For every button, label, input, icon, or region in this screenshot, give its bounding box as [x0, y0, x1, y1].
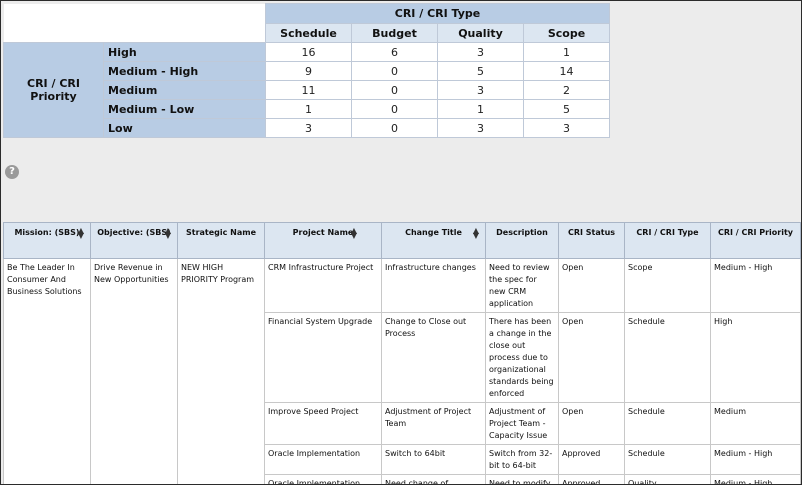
cri-details-table: Mission: (SBS) ▲ ▼ Objective: (SBS) ▲ ▼ Stra…: [3, 222, 801, 484]
matrix-cell[interactable]: 3: [437, 80, 524, 100]
change-title-cell: Change to Close out Process: [381, 312, 486, 403]
matrix-col-header: Budget: [351, 23, 438, 43]
status-cell: Approved: [558, 474, 625, 484]
priority-cell: Medium - High: [710, 474, 801, 484]
priority-cell: Medium: [710, 402, 801, 445]
matrix-row-header: Medium - High: [103, 61, 266, 81]
matrix-cell[interactable]: 1: [523, 42, 610, 62]
project-name-cell: Financial System Upgrade: [264, 312, 382, 403]
matrix-cell[interactable]: 5: [437, 61, 524, 81]
type-cell: Scope: [624, 258, 711, 313]
cri-pivot-matrix: CRI / CRI Type Schedule Budget Quality S…: [3, 3, 610, 138]
matrix-row-header: Low: [103, 118, 266, 138]
status-cell: Approved: [558, 444, 625, 475]
column-header-project-name[interactable]: Project Name ▲ ▼: [264, 222, 382, 259]
column-header-cri-status[interactable]: CRI Status: [558, 222, 625, 259]
sort-arrows-icon[interactable]: ▲ ▼: [78, 227, 84, 240]
status-cell: Open: [558, 312, 625, 403]
sort-arrows-icon[interactable]: ▲ ▼: [473, 227, 479, 240]
details-header-row: Mission: (SBS) ▲ ▼ Objective: (SBS) ▲ ▼ Stra…: [3, 222, 801, 259]
matrix-row-group-label: CRI / CRI Priority: [3, 42, 104, 138]
matrix-cell[interactable]: 5: [523, 99, 610, 119]
sort-arrows-icon[interactable]: ▲ ▼: [165, 227, 171, 240]
matrix-cell[interactable]: 1: [437, 99, 524, 119]
matrix-cell[interactable]: 3: [437, 42, 524, 62]
column-header-cri-type[interactable]: CRI / CRI Type: [624, 222, 711, 259]
change-title-cell: Adjustment of Project Team: [381, 402, 486, 445]
status-cell: Open: [558, 402, 625, 445]
project-name-cell: Improve Speed Project: [264, 402, 382, 445]
description-cell: Need to modify xyz pathway: [485, 474, 559, 484]
matrix-cell[interactable]: 11: [265, 80, 352, 100]
column-header-strategic-name[interactable]: Strategic Name: [177, 222, 265, 259]
column-header-mission[interactable]: Mission: (SBS) ▲ ▼: [3, 222, 91, 259]
sort-arrows-icon[interactable]: ▲ ▼: [351, 227, 357, 240]
matrix-cell[interactable]: 0: [351, 99, 438, 119]
column-header-description[interactable]: Description: [485, 222, 559, 259]
help-icon[interactable]: ?: [5, 165, 19, 179]
column-header-cri-priority[interactable]: CRI / CRI Priority: [710, 222, 801, 259]
description-cell: Switch from 32-bit to 64-bit: [485, 444, 559, 475]
matrix-cell[interactable]: 9: [265, 61, 352, 81]
matrix-cell[interactable]: 6: [351, 42, 438, 62]
project-name-cell: Oracle Implementation: [264, 444, 382, 475]
matrix-column-group-label: CRI / CRI Type: [265, 3, 610, 24]
matrix-cell[interactable]: 3: [265, 118, 352, 138]
description-cell: There has been a change in the close out…: [485, 312, 559, 403]
project-name-cell: Oracle Implementation: [264, 474, 382, 484]
type-cell: Quality: [624, 474, 711, 484]
table-row[interactable]: Be The Leader In Consumer And Business S…: [3, 258, 801, 484]
matrix-row-header: Medium: [103, 80, 266, 100]
priority-cell: Medium - High: [710, 444, 801, 475]
strategic-name-cell: NEW HIGH PRIORITY Program: [177, 258, 265, 484]
report-frame: CRI / CRI Type Schedule Budget Quality S…: [0, 0, 802, 485]
matrix-cell[interactable]: 0: [351, 80, 438, 100]
type-cell: Schedule: [624, 444, 711, 475]
matrix-corner-2: [3, 23, 266, 43]
matrix-cell[interactable]: 3: [523, 118, 610, 138]
project-name-cell: CRM Infrastructure Project: [264, 258, 382, 313]
matrix-cell[interactable]: 2: [523, 80, 610, 100]
matrix-cell[interactable]: 16: [265, 42, 352, 62]
matrix-row-header: Medium - Low: [103, 99, 266, 119]
change-title-cell: Need change of deliverable: [381, 474, 486, 484]
matrix-row-header: High: [103, 42, 266, 62]
matrix-cell[interactable]: 0: [351, 118, 438, 138]
column-header-change-title[interactable]: Change Title ▲ ▼: [381, 222, 486, 259]
column-header-objective[interactable]: Objective: (SBS) ▲ ▼: [90, 222, 178, 259]
change-title-cell: Infrastructure changes: [381, 258, 486, 313]
objective-cell: Drive Revenue in New Opportunities: [90, 258, 178, 484]
description-cell: Adjustment of Project Team - Capacity Is…: [485, 402, 559, 445]
matrix-cell[interactable]: 0: [351, 61, 438, 81]
matrix-corner: [3, 3, 266, 24]
mission-cell: Be The Leader In Consumer And Business S…: [3, 258, 91, 484]
description-cell: Need to review the spec for new CRM appl…: [485, 258, 559, 313]
type-cell: Schedule: [624, 312, 711, 403]
type-cell: Schedule: [624, 402, 711, 445]
matrix-col-header: Schedule: [265, 23, 352, 43]
matrix-cell[interactable]: 14: [523, 61, 610, 81]
matrix-cell[interactable]: 3: [437, 118, 524, 138]
status-cell: Open: [558, 258, 625, 313]
matrix-cell[interactable]: 1: [265, 99, 352, 119]
matrix-col-header: Scope: [523, 23, 610, 43]
matrix-col-header: Quality: [437, 23, 524, 43]
priority-cell: High: [710, 312, 801, 403]
change-title-cell: Switch to 64bit: [381, 444, 486, 475]
priority-cell: Medium - High: [710, 258, 801, 313]
